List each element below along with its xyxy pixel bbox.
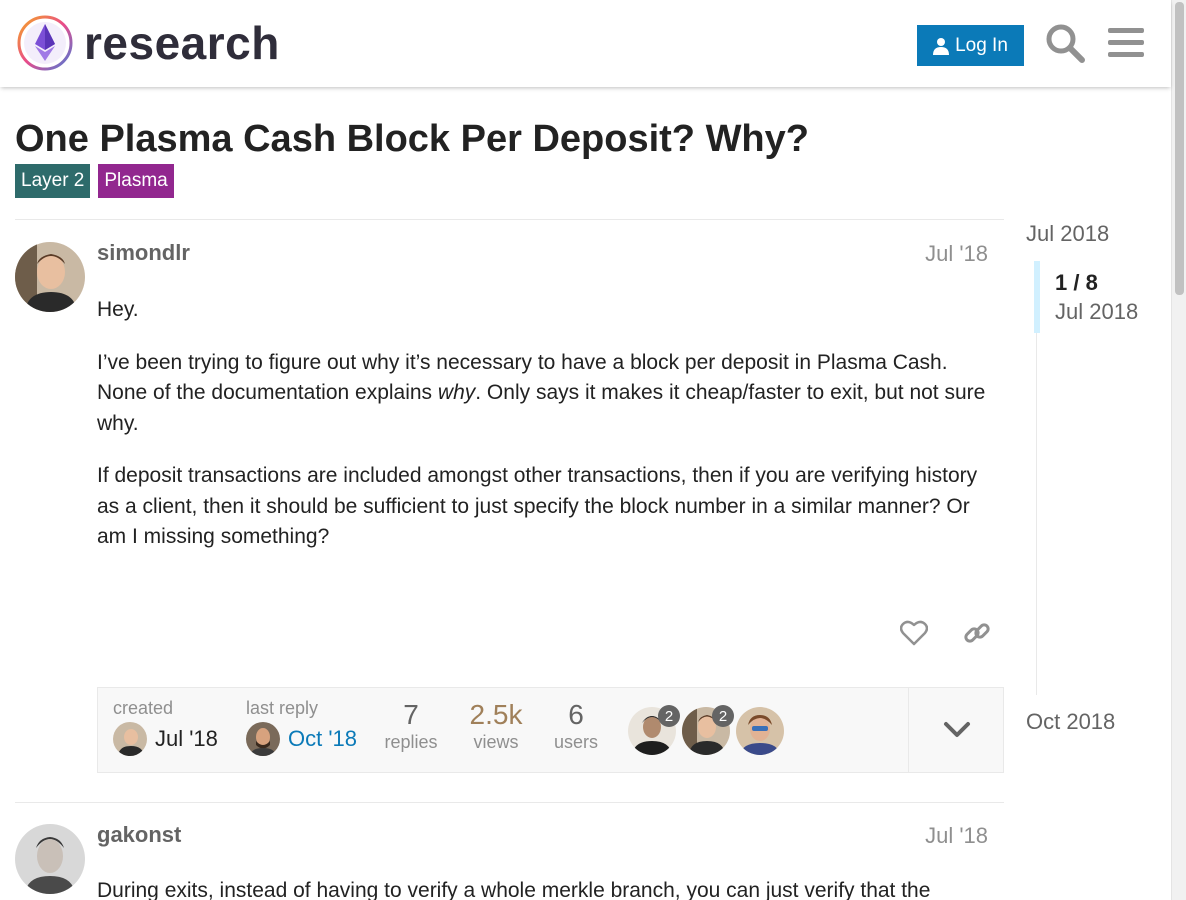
avatar[interactable] (113, 722, 147, 756)
created-label: created (113, 698, 174, 718)
participant[interactable] (736, 707, 784, 755)
post-username[interactable]: gakonst (97, 822, 181, 848)
like-heart-icon[interactable] (895, 614, 933, 652)
site-logo-icon[interactable] (16, 14, 74, 72)
post-body: Hey. I’ve been trying to figure out why … (97, 295, 992, 575)
avatar[interactable] (246, 722, 280, 756)
topic-created: created Jul '18 (113, 698, 218, 756)
timeline-position-date: Jul 2018 (1055, 299, 1139, 324)
replies-count: 7 (403, 699, 419, 730)
post-paragraph: I’ve been trying to figure out why it’s … (97, 350, 986, 435)
last-reply-label: last reply (246, 698, 319, 718)
timeline-end-date[interactable]: Oct 2018 (1026, 709, 1115, 735)
participant[interactable]: 2 (682, 705, 734, 755)
participant[interactable]: 2 (628, 705, 680, 755)
scrollbar-thumb[interactable] (1175, 2, 1184, 295)
post-username[interactable]: simondlr (97, 240, 190, 266)
chevron-down-icon (943, 722, 970, 737)
timeline-handle[interactable] (1034, 261, 1040, 333)
replies-stat: 7 replies (381, 698, 441, 753)
users-stat: 6 users (546, 698, 606, 753)
hamburger-menu-icon[interactable] (1104, 20, 1148, 66)
replies-label: replies (384, 732, 438, 752)
users-count: 6 (568, 699, 584, 730)
timeline-start-date[interactable]: Jul 2018 (1026, 221, 1109, 247)
tag-plasma[interactable]: Plasma (98, 164, 174, 198)
users-label: users (553, 732, 598, 752)
expand-topic-map-button[interactable] (908, 688, 1004, 772)
site-header: research Log In (0, 0, 1171, 87)
share-link-icon[interactable] (958, 614, 996, 652)
post-paragraph: Hey. (97, 298, 139, 321)
topic-last-reply: last reply Oct '18 (246, 698, 357, 756)
topic-tags: Layer 2 Plasma (15, 164, 174, 198)
login-label: Log In (955, 34, 1008, 56)
tag-layer-2[interactable]: Layer 2 (15, 164, 91, 198)
post-date[interactable]: Jul '18 (925, 241, 988, 267)
post-body: During exits, instead of having to verif… (97, 876, 992, 900)
avatar[interactable] (15, 824, 85, 894)
post-paragraph: During exits, instead of having to verif… (97, 879, 931, 900)
participant-post-count: 2 (712, 705, 734, 727)
created-date: Jul '18 (155, 726, 218, 751)
participant-post-count: 2 (658, 705, 680, 727)
page-scrollbar[interactable] (1171, 0, 1186, 900)
post-divider (15, 219, 1004, 220)
avatar (736, 707, 784, 755)
post-divider (15, 802, 1004, 803)
timeline-position: 1 / 8 (1055, 270, 1098, 295)
views-stat: 2.5k views (466, 698, 526, 753)
views-count: 2.5k (469, 699, 523, 730)
site-name[interactable]: research (84, 14, 280, 72)
post-date[interactable]: Jul '18 (925, 823, 988, 849)
user-icon (933, 37, 950, 55)
last-reply-date-link[interactable]: Oct '18 (288, 726, 357, 752)
login-button[interactable]: Log In (917, 25, 1024, 66)
avatar[interactable] (15, 242, 85, 312)
topic-map: created Jul '18 last reply Oct '18 7 rep… (97, 687, 1004, 773)
search-icon[interactable] (1043, 20, 1087, 66)
views-label: views (473, 732, 519, 752)
post-paragraph: If deposit transactions are included amo… (97, 464, 978, 548)
topic-title[interactable]: One Plasma Cash Block Per Deposit? Why? (15, 118, 809, 161)
